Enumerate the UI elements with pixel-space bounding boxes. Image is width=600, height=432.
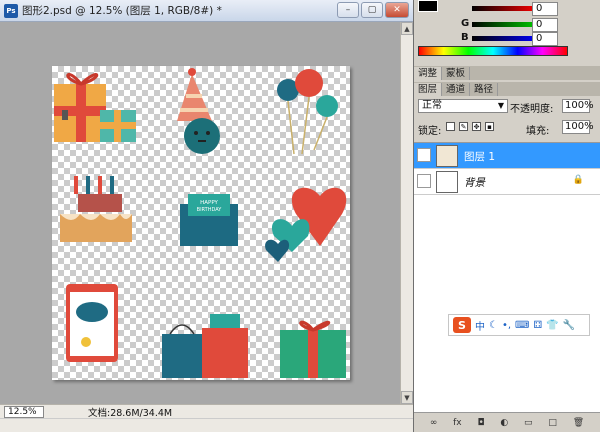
card-birthday-text: BIRTHDAY	[197, 207, 223, 213]
shopping-bags-graphic	[162, 314, 248, 378]
lock-pixels-icon[interactable]: ✎	[459, 122, 468, 131]
link-icon[interactable]: ∞	[430, 418, 438, 428]
opacity-label: 不透明度:	[510, 104, 554, 115]
eye-icon[interactable]	[417, 174, 431, 188]
tab-channels[interactable]: 通道	[442, 83, 471, 96]
moon-icon[interactable]: ☾	[489, 320, 498, 331]
punctuation-icon[interactable]: •,	[502, 320, 511, 331]
layer-thumbnail	[436, 145, 458, 167]
birthday-card-graphic: HAPPY BIRTHDAY	[180, 194, 238, 246]
opacity-field[interactable]: 100%	[562, 99, 594, 113]
layer-name: 图层 1	[464, 151, 496, 163]
lock-transparency-icon[interactable]	[446, 122, 455, 131]
eye-icon[interactable]: 👁	[417, 148, 431, 162]
green-label: G	[461, 18, 470, 29]
tab-masks[interactable]: 蒙板	[442, 67, 471, 80]
status-bar: 12.5% 文档:28.6M/34.4M	[0, 404, 413, 419]
layer-thumbnail	[436, 171, 458, 193]
sogou-logo-icon[interactable]: S	[453, 317, 471, 333]
tab-adjustments[interactable]: 调整	[414, 67, 443, 80]
color-spectrum[interactable]	[418, 46, 568, 56]
close-button[interactable]: ✕	[385, 2, 409, 18]
tab-paths[interactable]: 路径	[470, 83, 499, 96]
photoshop-icon: Ps	[4, 3, 18, 18]
blue-value-field[interactable]: 0	[532, 32, 558, 46]
red-value-field[interactable]: 0	[532, 2, 558, 16]
ime-toolbar[interactable]: S 中 ☾ •, ⌨ ⚃ 👕 🔧	[448, 314, 590, 336]
layer-row-1[interactable]: 👁 图层 1	[414, 143, 600, 169]
window-controls: – ▢ ✕	[337, 2, 409, 18]
balloons-graphic	[277, 69, 338, 155]
mask-icon[interactable]: ◘	[477, 418, 484, 428]
tab-layers[interactable]: 图层	[414, 83, 443, 96]
lock-label: 锁定:	[418, 126, 442, 137]
lock-icon: 🔒	[572, 175, 584, 185]
green-gift-graphic	[280, 320, 346, 378]
layers-tabbar: 图层 通道 路径	[414, 82, 600, 96]
minimize-button[interactable]: –	[337, 2, 359, 18]
document-titlebar[interactable]: Ps 图形2.psd @ 12.5% (图层 1, RGB/8#) * – ▢ …	[0, 0, 413, 22]
wrench-icon[interactable]: 🔧	[563, 320, 575, 331]
zoom-field[interactable]: 12.5%	[4, 405, 44, 418]
maximize-button[interactable]: ▢	[361, 2, 383, 18]
layers-footer: ∞ fx ◘ ◐ ▭ □ 🗑	[414, 412, 600, 432]
layer-row-background[interactable]: 背景 🔒	[414, 169, 600, 195]
fx-icon[interactable]: fx	[453, 418, 462, 428]
canvas-workspace[interactable]: HAPPY BIRTHDAY	[0, 22, 400, 404]
right-panels: 0 G 0 B 0 调整 蒙板 图层 通道 路径 正常 ▼ 不透明度: 100%…	[414, 0, 600, 432]
birthday-cake-graphic	[60, 176, 132, 242]
horizontal-scrollbar[interactable]	[0, 418, 413, 432]
chevron-down-icon: ▼	[497, 101, 504, 110]
fill-field[interactable]: 100%	[562, 120, 594, 134]
scroll-down-icon[interactable]: ▼	[401, 391, 413, 404]
gift-boxes-graphic	[54, 73, 136, 142]
shirt-icon[interactable]: 👕	[546, 320, 558, 331]
color-panel: 0 G 0 B 0	[414, 0, 600, 64]
red-slider[interactable]	[472, 6, 538, 11]
green-slider[interactable]	[472, 22, 538, 27]
scroll-up-icon[interactable]: ▲	[401, 22, 413, 35]
blend-mode-select[interactable]: 正常 ▼	[418, 99, 508, 113]
adjustments-tabbar: 调整 蒙板	[414, 66, 600, 80]
grid-icon[interactable]: ⚃	[533, 320, 542, 331]
blue-label: B	[461, 32, 469, 43]
foreground-color-swatch[interactable]	[418, 0, 438, 12]
new-layer-icon[interactable]: □	[548, 418, 557, 428]
document-window: Ps 图形2.psd @ 12.5% (图层 1, RGB/8#) * – ▢ …	[0, 0, 413, 432]
hearts-graphic	[265, 187, 347, 262]
vertical-scrollbar[interactable]: ▲ ▼	[400, 22, 413, 404]
trash-icon[interactable]: 🗑	[573, 418, 584, 428]
fill-label: 填充:	[526, 126, 550, 137]
layers-list: 👁 图层 1 背景 🔒	[414, 142, 600, 412]
party-hat-character-graphic	[177, 68, 220, 154]
card-happy-text: HAPPY	[200, 200, 218, 206]
green-value-field[interactable]: 0	[532, 18, 558, 32]
document-size-info[interactable]: 文档:28.6M/34.4M	[88, 405, 172, 419]
folder-icon[interactable]: ▭	[524, 418, 533, 428]
canvas-artwork: HAPPY BIRTHDAY	[54, 68, 347, 378]
blue-slider[interactable]	[472, 36, 538, 41]
image-canvas[interactable]: HAPPY BIRTHDAY	[52, 66, 350, 380]
ime-mode[interactable]: 中	[475, 318, 485, 333]
document-title: 图形2.psd @ 12.5% (图层 1, RGB/8#) *	[22, 5, 222, 17]
layer-options: 正常 ▼ 不透明度: 100% 锁定: ✎ ✥ ▪ 填充: 100%	[414, 96, 600, 142]
lock-position-icon[interactable]: ✥	[472, 122, 481, 131]
tablet-birthday-graphic	[66, 284, 118, 362]
keyboard-icon[interactable]: ⌨	[515, 320, 529, 331]
layer-name: 背景	[464, 177, 485, 189]
adjustment-icon[interactable]: ◐	[500, 418, 508, 428]
lock-all-icon[interactable]: ▪	[485, 122, 494, 131]
blend-mode-value: 正常	[422, 100, 442, 111]
